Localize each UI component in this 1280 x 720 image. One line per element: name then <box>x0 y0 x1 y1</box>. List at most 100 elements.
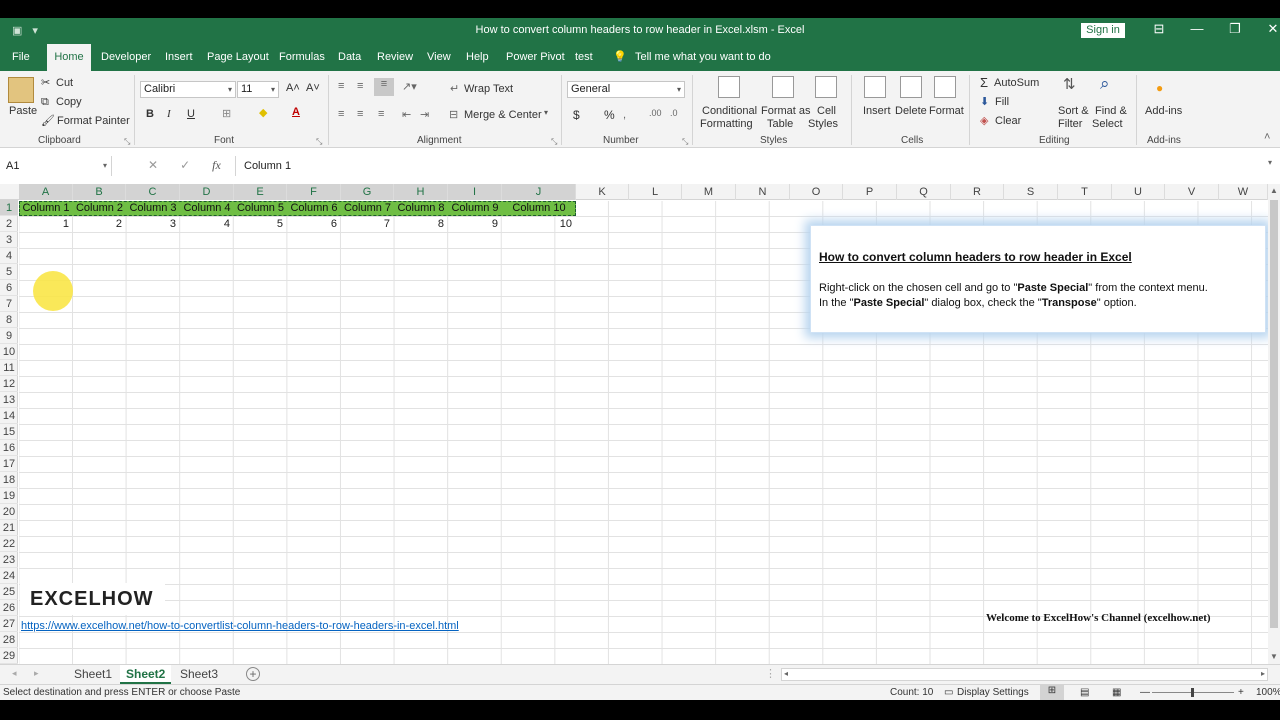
column-header-e[interactable]: E <box>234 184 287 200</box>
column-header-o[interactable]: O <box>790 184 843 200</box>
normal-view-icon[interactable]: ⊞ <box>1040 685 1064 700</box>
value-cell-4[interactable]: 4 <box>180 217 230 232</box>
tab-power-pivot[interactable]: Power Pivot <box>506 44 565 71</box>
conditional-formatting-label-2[interactable]: Formatting <box>700 118 753 130</box>
value-cell-5[interactable]: 5 <box>234 217 283 232</box>
display-settings-icon[interactable]: ▭ <box>944 687 953 698</box>
scroll-right-icon[interactable]: ▸ <box>1261 669 1265 678</box>
expand-formula-icon[interactable]: ▾ <box>1268 158 1272 167</box>
font-name-select[interactable]: Calibri ▾ <box>140 81 236 98</box>
clear-icon[interactable]: ◈ <box>980 114 988 127</box>
new-sheet-button[interactable]: + <box>246 667 260 681</box>
horizontal-scrollbar[interactable]: ◂ ▸ <box>781 668 1268 681</box>
align-left-icon[interactable]: ≡ <box>338 108 344 120</box>
row-header-28[interactable]: 28 <box>0 632 18 648</box>
column-header-s[interactable]: S <box>1004 184 1058 200</box>
merge-center-button[interactable]: Merge & Center <box>464 109 542 121</box>
merge-center-icon[interactable]: ⊟ <box>449 108 458 121</box>
format-as-table-label-1[interactable]: Format as <box>761 105 811 117</box>
bold-button[interactable]: B <box>146 108 154 120</box>
tab-page-layout[interactable]: Page Layout <box>207 44 269 71</box>
row-header-29[interactable]: 29 <box>0 648 18 664</box>
insert-cells-button[interactable]: Insert <box>863 105 891 117</box>
cancel-entry-icon[interactable]: ✕ <box>148 158 158 173</box>
row-header-20[interactable]: 20 <box>0 504 18 520</box>
increase-font-icon[interactable]: A˄ <box>286 82 300 94</box>
ribbon-display-icon[interactable]: ⊟ <box>1140 21 1178 37</box>
header-cell-3[interactable]: Column 3 <box>126 201 180 216</box>
column-header-j[interactable]: J <box>502 184 576 200</box>
autosum-button[interactable]: AutoSum <box>994 77 1039 89</box>
header-cell-8[interactable]: Column 8 <box>394 201 448 216</box>
tab-insert[interactable]: Insert <box>165 44 193 71</box>
name-box[interactable]: A1 ▾ <box>2 156 112 176</box>
tab-file[interactable]: File <box>12 44 32 71</box>
align-middle-icon[interactable]: ≡ <box>357 80 363 92</box>
decrease-decimal-icon[interactable]: .0 <box>670 108 678 118</box>
vertical-scrollbar[interactable]: ▲ ▼ <box>1268 184 1280 664</box>
row-header-1[interactable]: 1 <box>0 200 18 216</box>
column-header-r[interactable]: R <box>951 184 1004 200</box>
cut-icon[interactable]: ✂ <box>41 76 50 89</box>
format-as-table-icon[interactable] <box>772 76 794 98</box>
cut-button[interactable]: Cut <box>56 77 73 89</box>
alignment-launcher-icon[interactable]: ⤡ <box>551 137 557 147</box>
column-header-c[interactable]: C <box>126 184 180 200</box>
delete-cells-icon[interactable] <box>900 76 922 98</box>
format-painter-icon[interactable]: 🖌 <box>41 114 55 127</box>
clear-button[interactable]: Clear <box>995 115 1021 127</box>
page-layout-view-icon[interactable]: ▤ <box>1080 687 1089 698</box>
row-header-23[interactable]: 23 <box>0 552 18 568</box>
column-header-f[interactable]: F <box>287 184 341 200</box>
header-cell-4[interactable]: Column 4 <box>180 201 234 216</box>
format-as-table-label-2[interactable]: Table <box>767 118 793 130</box>
tab-test[interactable]: test <box>575 44 593 71</box>
collapse-ribbon-icon[interactable]: ˄ <box>1264 131 1270 143</box>
row-header-22[interactable]: 22 <box>0 536 18 552</box>
row-header-21[interactable]: 21 <box>0 520 18 536</box>
row-header-19[interactable]: 19 <box>0 488 18 504</box>
decrease-indent-icon[interactable]: ⇤ <box>402 108 411 121</box>
tab-home[interactable]: Home <box>47 44 91 71</box>
sort-filter-icon[interactable]: ⇅ <box>1063 75 1076 93</box>
row-header-24[interactable]: 24 <box>0 568 18 584</box>
row-header-9[interactable]: 9 <box>0 328 18 344</box>
minimize-button[interactable]: — <box>1178 21 1216 37</box>
tab-split-icon[interactable]: ⋮ <box>765 667 776 680</box>
cell-styles-label-2[interactable]: Styles <box>808 118 838 130</box>
column-header-l[interactable]: L <box>629 184 682 200</box>
sort-filter-label-2[interactable]: Filter <box>1058 118 1082 130</box>
row-header-5[interactable]: 5 <box>0 264 18 280</box>
format-cells-icon[interactable] <box>934 76 956 98</box>
autosum-icon[interactable]: Σ <box>980 75 988 90</box>
zoom-in-icon[interactable]: + <box>1238 687 1244 698</box>
value-cell-9[interactable]: 9 <box>448 217 498 232</box>
tell-me-box[interactable]: Tell me what you want to do <box>635 44 771 71</box>
scroll-down-icon[interactable]: ▼ <box>1270 652 1278 661</box>
number-format-select[interactable]: General ▾ <box>567 81 685 98</box>
row-header-25[interactable]: 25 <box>0 584 18 600</box>
display-settings-button[interactable]: Display Settings <box>957 687 1029 698</box>
copy-button[interactable]: Copy <box>56 96 82 108</box>
underline-button[interactable]: U <box>187 108 195 120</box>
row-header-12[interactable]: 12 <box>0 376 18 392</box>
fill-icon[interactable]: ⬇ <box>980 95 989 108</box>
header-cell-5[interactable]: Column 5 <box>234 201 287 216</box>
column-header-n[interactable]: N <box>736 184 790 200</box>
header-cell-2[interactable]: Column 2 <box>73 201 126 216</box>
orientation-icon[interactable]: ↗▾ <box>402 80 417 93</box>
delete-cells-button[interactable]: Delete <box>895 105 927 117</box>
tab-formulas[interactable]: Formulas <box>279 44 325 71</box>
clipboard-launcher-icon[interactable]: ⤡ <box>124 137 130 147</box>
row-header-8[interactable]: 8 <box>0 312 18 328</box>
row-header-10[interactable]: 10 <box>0 344 18 360</box>
increase-indent-icon[interactable]: ⇥ <box>420 108 429 121</box>
scroll-up-icon[interactable]: ▲ <box>1270 186 1278 195</box>
row-header-4[interactable]: 4 <box>0 248 18 264</box>
column-header-m[interactable]: M <box>682 184 736 200</box>
decrease-font-icon[interactable]: A˅ <box>306 82 320 94</box>
find-select-label-2[interactable]: Select <box>1092 118 1123 130</box>
zoom-slider-thumb[interactable] <box>1191 688 1194 697</box>
value-cell-6[interactable]: 6 <box>287 217 337 232</box>
vertical-scroll-thumb[interactable] <box>1270 200 1278 628</box>
